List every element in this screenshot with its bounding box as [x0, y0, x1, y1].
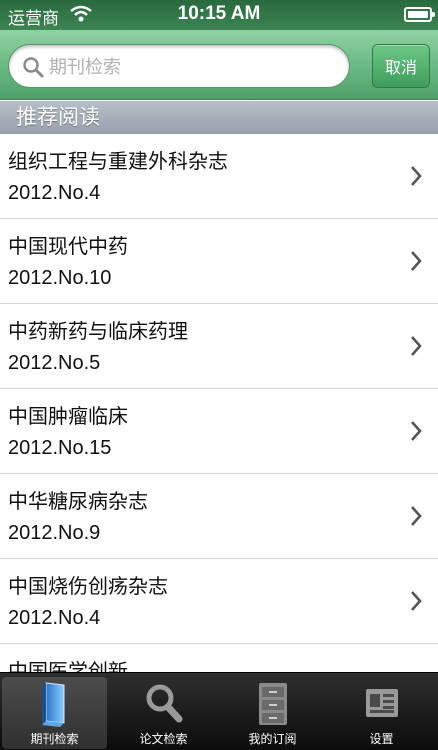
search-field[interactable] [8, 44, 350, 88]
tab-label: 设置 [369, 732, 394, 746]
tab-label: 我的订阅 [248, 732, 297, 746]
tab-bar: 期刊检索 论文检索 我的订阅 设置 [0, 672, 438, 750]
list-item[interactable]: 中华糖尿病杂志 2012.No.9 [0, 474, 438, 559]
list-item[interactable]: 中国现代中药 2012.No.10 [0, 219, 438, 304]
cabinet-icon [258, 683, 287, 725]
journal-issue: 2012.No.15 [8, 437, 112, 459]
status-bar: 运营商 10:15 AM [0, 0, 438, 30]
list-item[interactable]: 中国烧伤创疡杂志 2012.No.4 [0, 559, 438, 644]
tab-label: 论文检索 [139, 732, 188, 746]
journal-issue: 2012.No.10 [8, 267, 112, 289]
journal-list[interactable]: 组织工程与重建外科杂志 2012.No.4 中国现代中药 2012.No.10 … [0, 134, 438, 672]
journal-title: 中药新药与临床药理 [8, 319, 188, 343]
search-icon [23, 57, 44, 78]
journal-issue: 2012.No.4 [8, 607, 101, 629]
journal-title: 中国肿瘤临床 [8, 404, 128, 428]
contact-card-icon [365, 689, 398, 717]
journal-title: 中华糖尿病杂志 [8, 489, 148, 513]
tab-label: 期刊检索 [30, 732, 79, 746]
tab-paper-search[interactable]: 论文检索 [111, 677, 216, 749]
journal-title: 中国现代中药 [8, 234, 128, 258]
journal-issue: 2012.No.9 [8, 522, 101, 544]
chevron-right-icon [411, 591, 422, 611]
battery-icon [404, 7, 435, 22]
tab-journal-search[interactable]: 期刊检索 [2, 677, 107, 749]
chevron-right-icon [411, 421, 422, 441]
chevron-right-icon [411, 251, 422, 271]
tab-settings[interactable]: 设置 [329, 677, 434, 749]
journal-issue: 2012.No.5 [8, 352, 101, 374]
journal-title: 组织工程与重建外科杂志 [8, 149, 228, 173]
status-time: 10:15 AM [177, 3, 261, 24]
journal-title: 中国医学创新 [8, 659, 128, 672]
chevron-right-icon [411, 336, 422, 356]
journal-issue: 2012.No.4 [8, 182, 101, 204]
list-item[interactable]: 中药新药与临床药理 2012.No.5 [0, 304, 438, 389]
list-item[interactable]: 中国肿瘤临床 2012.No.15 [0, 389, 438, 474]
list-item[interactable]: 组织工程与重建外科杂志 2012.No.4 [0, 134, 438, 219]
search-bar: 取消 [0, 30, 438, 100]
list-item[interactable]: 中国医学创新 [0, 644, 438, 672]
book-icon [41, 682, 64, 727]
cancel-button[interactable]: 取消 [372, 44, 430, 88]
chevron-right-icon [411, 166, 422, 186]
chevron-right-icon [411, 506, 422, 526]
magnifier-icon [146, 684, 182, 723]
tab-my-subscriptions[interactable]: 我的订阅 [220, 677, 325, 749]
journal-title: 中国烧伤创疡杂志 [8, 574, 168, 598]
search-input[interactable] [49, 51, 339, 83]
section-header: 推荐阅读 [0, 101, 438, 134]
